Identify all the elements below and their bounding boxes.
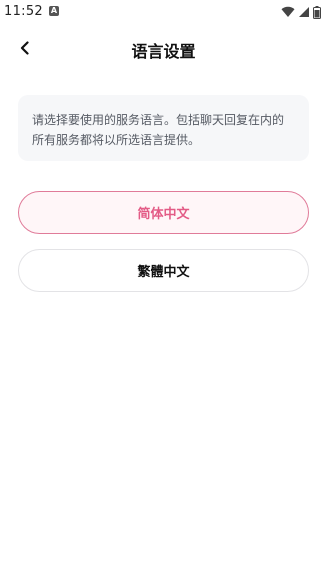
wifi-icon [281,6,295,18]
language-settings-screen: 11:52 A 语言设置 请选择要使用的服务语言。包括聊天回复在内的所有服务都将… [0,0,327,581]
status-bar: 11:52 A [0,0,327,24]
info-text: 请选择要使用的服务语言。包括聊天回复在内的所有服务都将以所选语言提供。 [32,113,285,147]
language-option-label: 繁體中文 [137,265,190,280]
language-option-label: 简体中文 [137,207,190,222]
language-option-simplified-chinese[interactable]: 简体中文 [18,191,309,234]
signal-icon [298,6,310,18]
status-time: 11:52 [4,4,43,19]
header: 语言设置 [0,28,327,68]
info-card: 请选择要使用的服务语言。包括聊天回复在内的所有服务都将以所选语言提供。 [18,95,309,161]
notification-a-icon: A [49,6,59,16]
page-title: 语言设置 [131,42,196,61]
status-icons [281,5,321,19]
language-option-traditional-chinese[interactable]: 繁體中文 [18,249,309,292]
battery-icon [313,5,321,19]
